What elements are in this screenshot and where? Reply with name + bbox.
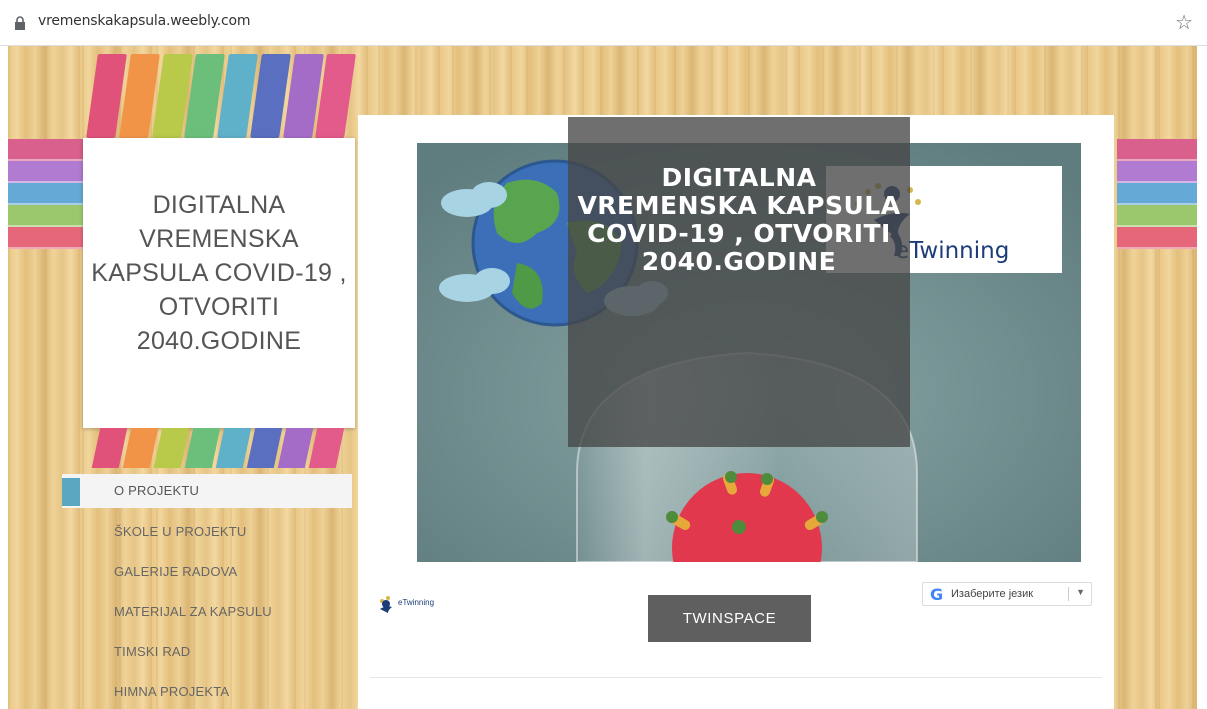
language-select[interactable]: G Изаберите језик ▼: [922, 582, 1092, 606]
right-decorative-stripes: [1117, 139, 1197, 249]
nav-item-galerije-radova[interactable]: GALERIJE RADOVA: [62, 552, 352, 592]
nav-item-o-projektu[interactable]: O PROJEKTU: [62, 474, 352, 508]
twinspace-button[interactable]: TWINSPACE: [648, 595, 811, 642]
small-logo-text[interactable]: eTwinning: [398, 598, 434, 607]
google-icon: G: [930, 585, 944, 604]
top-ribbons: [86, 54, 356, 138]
browser-address-bar[interactable]: vremenskakapsula.weebly.com ☆: [0, 0, 1207, 46]
main-navigation: O PROJEKTU ŠKOLE U PROJEKTU GALERIJE RAD…: [62, 474, 352, 709]
banner-title: DIGITALNA VREMENSKA KAPSULA COVID-19 , O…: [577, 163, 901, 276]
nav-item-skole-u-projektu[interactable]: ŠKOLE U PROJEKTU: [62, 512, 352, 552]
url-text[interactable]: vremenskakapsula.weebly.com: [38, 13, 251, 29]
left-decorative-stripes: [8, 139, 88, 249]
bottom-ribbons: [91, 428, 345, 468]
content-divider: [370, 677, 1102, 678]
select-divider: [1068, 587, 1069, 601]
etwinning-logo-text: eTwinning: [895, 238, 1010, 264]
star-icon[interactable]: ☆: [1175, 10, 1193, 35]
nav-item-timski-rad[interactable]: TIMSKI RAD: [62, 632, 352, 672]
site-title[interactable]: DIGITALNA VREMENSKA KAPSULA COVID-19 , O…: [83, 188, 355, 358]
lock-icon: [15, 16, 25, 30]
nav-item-himna-projekta[interactable]: HIMNA PROJEKTA: [62, 672, 352, 709]
nav-item-materijal-za-kapsulu[interactable]: MATERIJAL ZA KAPSULU: [62, 592, 352, 632]
site-title-card: DIGITALNA VREMENSKA KAPSULA COVID-19 , O…: [83, 138, 355, 428]
language-select-label: Изаберите језик: [951, 588, 1034, 600]
dropdown-arrow-icon: ▼: [1076, 587, 1085, 597]
